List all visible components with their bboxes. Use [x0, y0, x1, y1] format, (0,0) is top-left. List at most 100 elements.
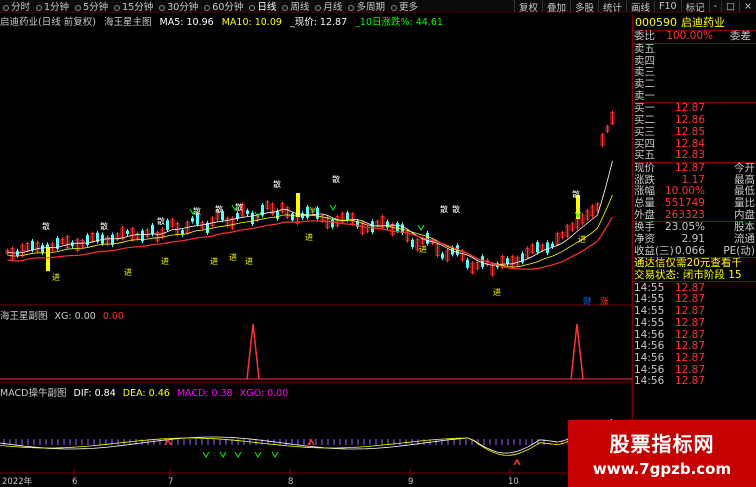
period-tab-6[interactable]: 日线 — [246, 0, 279, 12]
sell-mark: 散 — [100, 221, 108, 231]
radio-icon — [36, 5, 43, 11]
toolbar-button-3[interactable]: 统计 — [598, 0, 626, 12]
tick-price: 12.87 — [674, 328, 705, 341]
radio-icon — [3, 5, 9, 11]
period-tab-3[interactable]: 15分钟 — [111, 0, 156, 13]
period-tab-9[interactable]: 多周期 — [345, 0, 388, 12]
period-tab-7[interactable]: 周线 — [279, 0, 312, 13]
ma5-line — [7, 160, 613, 266]
toolbar-button-5[interactable]: F10 — [654, 1, 681, 12]
toolbar-button-1[interactable]: 叠加 — [541, 0, 570, 12]
tick-time: 14:56 — [634, 340, 665, 353]
candle-body — [546, 242, 549, 254]
sell-level-row: 卖一 — [633, 90, 756, 102]
toolbar-button-6[interactable]: 标记 — [680, 0, 709, 12]
sub1-header: 海王星副图 XG: 0.00 0.00 — [0, 308, 124, 322]
badge-zhang: 涨 — [600, 296, 609, 307]
level-label: 卖三 — [634, 66, 655, 79]
sell-mark: 散 — [440, 204, 448, 214]
stat-label-2: 股本 — [734, 221, 755, 234]
toolbar-button-2[interactable]: 多股 — [569, 0, 598, 12]
candle-body — [466, 259, 469, 268]
period-label: 周线 — [290, 2, 310, 13]
stat-label: 换手 — [634, 221, 655, 234]
buy-level-row: 买二 12.86 — [633, 115, 756, 127]
badge-cai: 财 — [583, 296, 592, 307]
period-label: 5分钟 — [83, 2, 109, 13]
period-tab-1[interactable]: 1分钟 — [33, 0, 72, 12]
tick-row: 14:56 12.87 — [633, 341, 756, 353]
buy-levels: 买一 12.87 买二 12.86 买三 12.85 买四 12.84 买五 12.83 — [633, 103, 756, 161]
stat-label-2: PE(动) — [723, 244, 755, 257]
quote-value: 1.17 — [681, 173, 705, 186]
level-label: 卖五 — [634, 43, 655, 56]
period-tab-2[interactable]: 5分钟 — [72, 0, 111, 13]
stat-value: 0.066 — [674, 244, 705, 257]
tick-time: 14:55 — [634, 305, 665, 318]
sub2-indicator[interactable]: MACD操牛副图 — [0, 388, 66, 399]
buy-mark: 进 — [578, 235, 586, 244]
period-label: 更多 — [398, 2, 418, 13]
down-arrow-icon — [271, 451, 279, 458]
up-arrow-icon — [513, 458, 521, 466]
candle-body — [316, 207, 319, 219]
level-price: 12.85 — [674, 125, 705, 138]
main-chart-header: 启迪药业(日线 前复权) 海王星主图 MA5: 10.96 MA10: 10.0… — [0, 14, 632, 28]
sell-mark: 散 — [157, 216, 165, 226]
quote-value: 551749 — [664, 196, 705, 209]
toolbar-button-8[interactable]: □ — [721, 1, 739, 12]
stat-label-2: 流通 — [734, 233, 755, 246]
quote-label: 外盘 — [634, 208, 655, 221]
period-tab-0[interactable]: 分时 — [0, 0, 33, 12]
level-label: 卖四 — [634, 54, 655, 67]
tick-row: 14:55 12.87 — [633, 306, 756, 318]
period-tab-8[interactable]: 月线 — [312, 0, 345, 12]
candle-body — [251, 212, 254, 224]
radio-icon — [390, 5, 397, 11]
tick-row: 14:56 12.87 — [633, 329, 756, 341]
sub1-indicator[interactable]: 海王星副图 — [0, 311, 48, 322]
toolbar-button-7[interactable]: - — [708, 1, 721, 12]
date-axis-label: 8 — [288, 477, 293, 487]
kline-chart[interactable]: 散散散散散散散散散散散进进进进进进进进进进财涨 12.5580.9%11.196… — [0, 27, 632, 487]
notice-row-1[interactable]: 通达信仅需20元查看千 — [633, 258, 756, 270]
quote-value: 263323 — [664, 208, 705, 221]
level-label: 买一 — [634, 102, 655, 115]
period-tab-4[interactable]: 30分钟 — [156, 0, 201, 12]
buy-mark: 进 — [52, 273, 60, 282]
buy-mark: 进 — [493, 288, 501, 297]
quote-label: 涨跌 — [634, 173, 655, 186]
period-tab-5[interactable]: 60分钟 — [201, 0, 246, 12]
level-label: 卖二 — [634, 78, 655, 91]
sell-mark: 散 — [332, 174, 340, 184]
radio-icon — [204, 5, 211, 11]
period-tab-10[interactable]: 更多 — [388, 0, 421, 13]
tick-row: 14:56 12.87 — [633, 376, 756, 388]
stat-rows: 换手 23.05% 股本 净资 2.91 流通 收益(三) 0.066 PE(动) — [633, 222, 756, 257]
level-label: 卖一 — [634, 89, 655, 102]
candle-body — [151, 224, 154, 235]
candle-body — [86, 234, 89, 245]
tick-time: 14:56 — [634, 363, 665, 376]
buy-mark: 进 — [229, 253, 237, 262]
buy-level-row: 买三 12.85 — [633, 125, 756, 139]
tick-row: 14:55 12.87 — [633, 294, 756, 306]
radio-icon — [75, 5, 82, 11]
sub-chart-1 — [0, 323, 632, 380]
sell-levels: 卖五 卖四 卖三 卖二 卖一 — [633, 44, 756, 102]
notice-1[interactable]: 通达信仅需20元查看千 — [633, 258, 742, 269]
toolbar-button-4[interactable]: 画线 — [626, 0, 654, 12]
period-label: 15分钟 — [122, 2, 154, 13]
weibi-label: 委比 — [634, 30, 655, 43]
toolbar-button-0[interactable]: 复权 — [513, 0, 542, 12]
quote-label: 涨幅 — [634, 185, 655, 198]
date-axis-label: 9 — [408, 477, 413, 487]
tick-time: 14:56 — [634, 375, 665, 388]
level-label: 买五 — [634, 149, 655, 162]
toolbar-button-9[interactable]: × — [739, 1, 756, 12]
tick-time: 14:56 — [634, 328, 665, 341]
tick-price: 12.87 — [674, 375, 705, 388]
tick-price: 12.87 — [674, 340, 705, 353]
tick-time: 14:55 — [634, 293, 665, 306]
signal-candle — [46, 247, 50, 271]
